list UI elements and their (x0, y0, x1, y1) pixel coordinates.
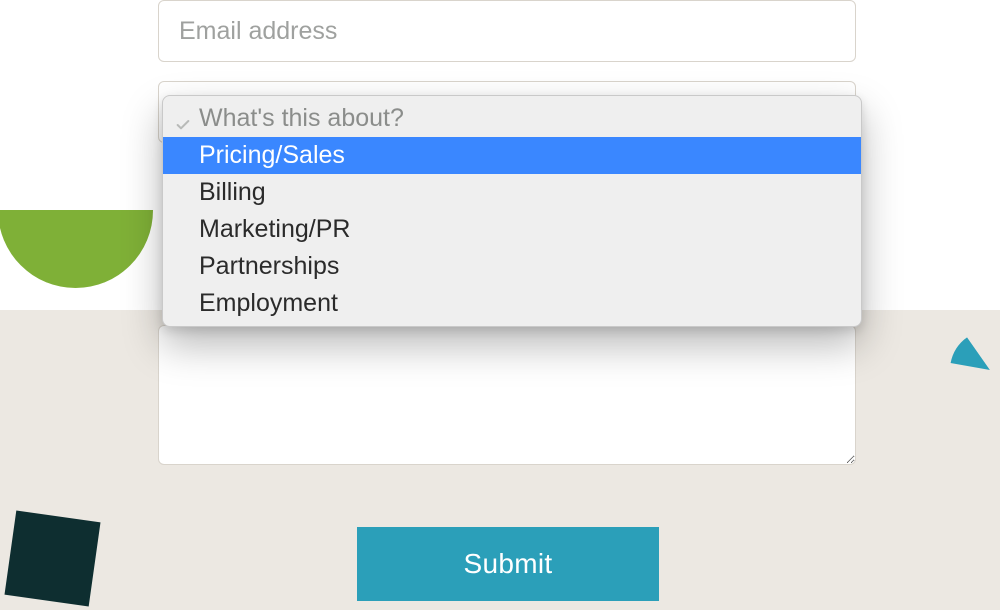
decorative-dark-square (4, 510, 100, 606)
dropdown-option-label: Pricing/Sales (199, 141, 345, 170)
topic-dropdown[interactable]: What's this about? Pricing/Sales Billing… (162, 95, 862, 327)
dropdown-option-label: Marketing/PR (199, 215, 350, 244)
dropdown-option-billing[interactable]: Billing (163, 174, 861, 211)
dropdown-option-label: Partnerships (199, 252, 339, 281)
decorative-green-semicircle (0, 210, 153, 288)
submit-button[interactable]: Submit (357, 527, 659, 601)
dropdown-option-label: What's this about? (199, 104, 404, 133)
dropdown-option-partnerships[interactable]: Partnerships (163, 248, 861, 285)
email-field[interactable] (158, 0, 856, 62)
dropdown-option-employment[interactable]: Employment (163, 285, 861, 322)
dropdown-option-marketing-pr[interactable]: Marketing/PR (163, 211, 861, 248)
dropdown-option-label: Employment (199, 289, 338, 318)
dropdown-option-pricing-sales[interactable]: Pricing/Sales (163, 137, 861, 174)
dropdown-option-label: Billing (199, 178, 266, 207)
check-icon (175, 111, 191, 127)
message-textarea[interactable] (158, 325, 856, 465)
dropdown-option-placeholder[interactable]: What's this about? (163, 100, 861, 137)
